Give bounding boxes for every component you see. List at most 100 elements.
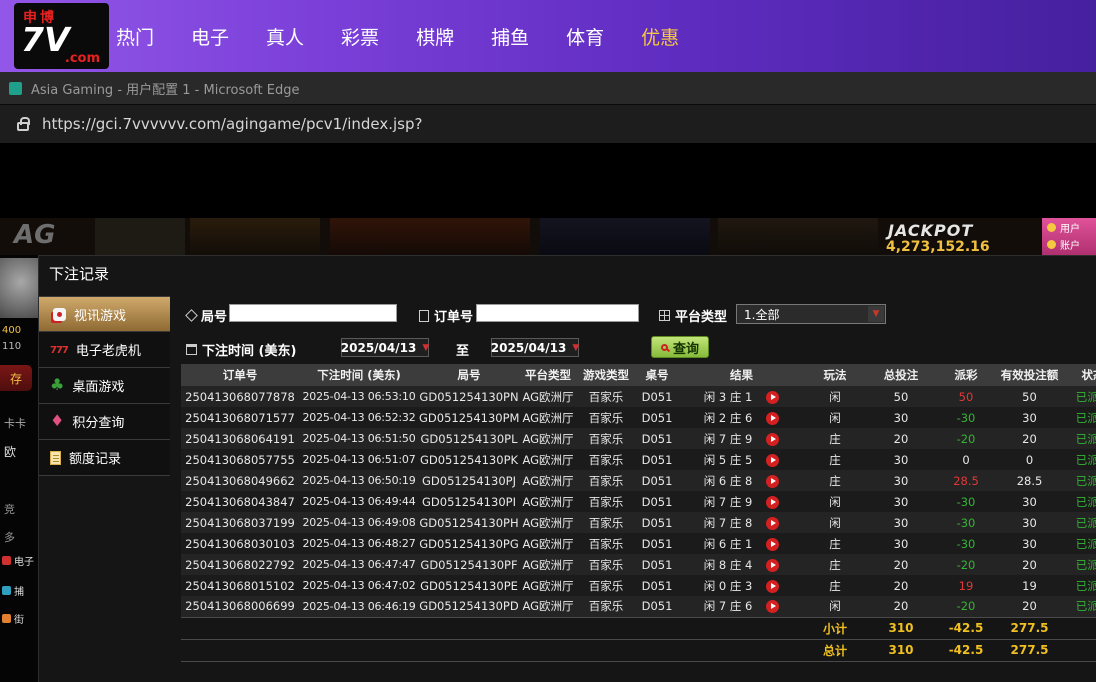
nav-slots[interactable]: 电子: [191, 23, 229, 50]
bet-time-cell: 2025-04-13 06:51:50: [302, 432, 416, 445]
bet-time-cell: 2025-04-13 06:48:27: [302, 537, 416, 550]
play-video-icon[interactable]: [766, 600, 780, 614]
grid-icon: [659, 310, 670, 321]
search-button[interactable]: 查询: [651, 336, 709, 358]
play-video-icon[interactable]: [766, 432, 780, 446]
bet-time-cell: 2025-04-13 06:51:07: [302, 453, 416, 466]
menu-item-table-games[interactable]: 桌面游戏: [39, 368, 170, 404]
browser-urlbar[interactable]: https://gci.7vvvvvv.com/agingame/pcv1/in…: [0, 104, 1096, 143]
table-row: 250413068030103 2025-04-13 06:48:27 GD0512…: [181, 533, 1096, 554]
footer-valid-cell: 277.5: [996, 616, 1063, 639]
play-video-icon[interactable]: [766, 390, 780, 404]
to-label: 至: [456, 344, 470, 359]
sidebar-item-fishing[interactable]: 捕: [2, 583, 24, 598]
play-video-icon[interactable]: [766, 558, 780, 572]
play-video-icon[interactable]: [766, 579, 780, 593]
order-number-input[interactable]: [476, 304, 639, 322]
status-cell: 已派彩: [1075, 452, 1096, 467]
account-row[interactable]: 账户: [1042, 236, 1096, 253]
bet-time-cell: 2025-04-13 06:49:44: [302, 495, 416, 508]
round-number-input[interactable]: [229, 304, 397, 322]
play-type-cell: 庄: [829, 473, 841, 488]
sidebar-item-arcade[interactable]: 街: [2, 611, 24, 626]
nav-lottery[interactable]: 彩票: [341, 23, 379, 50]
column-header: 桌号: [635, 364, 679, 386]
column-header: 局号: [419, 364, 519, 386]
footer-payout-cell: -42.5: [936, 616, 996, 639]
bet-time-cell: 2025-04-13 06:47:47: [302, 558, 416, 571]
deposit-button[interactable]: 存: [0, 365, 32, 391]
total-bet-cell: 30: [893, 536, 909, 551]
gem-icon: [50, 413, 64, 430]
play-type-cell: 闲: [829, 389, 841, 404]
menu-item-points-query[interactable]: 积分查询: [39, 404, 170, 440]
footer-bet-cell: 310: [866, 638, 936, 662]
column-header: 结果: [679, 364, 804, 386]
lock-icon: [17, 117, 30, 131]
play-video-icon[interactable]: [766, 537, 780, 551]
user-row[interactable]: 用户: [1042, 219, 1096, 236]
payout-cell: -20: [956, 557, 976, 572]
valid-bet-cell: 28.5: [1016, 473, 1043, 488]
total-bet-cell: 50: [893, 389, 909, 404]
platform-cell: AG欧洲厅: [522, 473, 574, 488]
site-logo[interactable]: 申博 7V .com: [14, 3, 109, 69]
play-type-cell: 庄: [829, 452, 841, 467]
table-number-cell: D051: [641, 389, 673, 404]
menu-item-label: 视讯游戏: [74, 308, 127, 324]
date-from-picker[interactable]: 2025/04/13 ▼: [341, 338, 429, 357]
menu-item-slot-machines[interactable]: 电子老虎机: [39, 332, 170, 368]
nav-live[interactable]: 真人: [266, 23, 304, 50]
bet-time-cell: 2025-04-13 06:46:19: [302, 599, 416, 613]
round-number-cell: GD051254130PG: [419, 536, 519, 551]
date-to-picker[interactable]: 2025/04/13 ▼: [491, 338, 579, 357]
platform-select[interactable]: 1.全部 ▼: [736, 304, 886, 324]
footer-spacer: [181, 638, 804, 662]
table-number-cell: D051: [641, 410, 673, 425]
result-cell: 闲 7 庄 9: [679, 428, 804, 449]
result-cell: 闲 0 庄 3: [679, 575, 804, 596]
valid-bet-cell: 20: [1022, 557, 1037, 572]
menu-item-video-games[interactable]: 视讯游戏: [39, 296, 170, 332]
result-cell: 闲 2 庄 6: [679, 407, 804, 428]
top-nav-bar: 申博 7V .com 热门 电子 真人 彩票 棋牌 捕鱼 体育 优惠: [0, 0, 1096, 72]
payout-cell: -20: [956, 599, 976, 614]
sidebar-item-label: 街: [14, 615, 24, 626]
caret-down-icon: ▼: [572, 342, 580, 353]
platform-cell: AG欧洲厅: [522, 599, 574, 614]
play-video-icon[interactable]: [766, 516, 780, 530]
total-bet-cell: 20: [893, 557, 909, 572]
tag-icon: [185, 309, 198, 322]
payout-cell: -30: [956, 494, 976, 509]
play-video-icon[interactable]: [766, 495, 780, 509]
nav-hot[interactable]: 热门: [116, 23, 154, 50]
table-number-cell: D051: [641, 452, 673, 467]
play-type-cell: 闲: [829, 494, 841, 509]
records-tfoot: 小计 310 -42.5 277.5 总计 310 -42.5 277.5: [181, 616, 1096, 662]
screen: 申博 7V .com 热门 电子 真人 彩票 棋牌 捕鱼 体育 优惠 Asia Gaming …: [0, 0, 1096, 682]
game-type-cell: 百家乐: [588, 536, 624, 551]
footer-label-cell: 总计: [804, 638, 866, 662]
nav-promotions[interactable]: 优惠: [641, 23, 679, 50]
play-video-icon[interactable]: [766, 474, 780, 488]
subtotal-row: 小计 310 -42.5 277.5: [181, 616, 1096, 639]
footer-valid-cell: 277.5: [996, 638, 1063, 662]
status-cell: 已派彩: [1075, 557, 1096, 572]
play-video-icon[interactable]: [766, 453, 780, 467]
dealer-status-box: 停止下注 开牌中: [95, 218, 224, 255]
table-row: 250413068006699 2025-04-13 06:46:19 GD0512…: [181, 596, 1096, 617]
nav-board-games[interactable]: 棋牌: [416, 23, 454, 50]
nav-fishing[interactable]: 捕鱼: [491, 23, 529, 50]
valid-bet-cell: 30: [1022, 410, 1037, 425]
result-cell: 闲 7 庄 6: [679, 596, 804, 617]
column-header: 有效投注额: [996, 364, 1063, 386]
round-number-cell: GD051254130PJ: [422, 473, 516, 488]
valid-bet-cell: 30: [1022, 536, 1037, 551]
menu-item-quota-records[interactable]: 额度记录: [39, 440, 170, 476]
play-video-icon[interactable]: [766, 411, 780, 425]
total-bet-cell: 30: [893, 410, 909, 425]
sidebar-item-slots[interactable]: 电子: [2, 553, 34, 568]
nav-sports[interactable]: 体育: [566, 23, 604, 50]
valid-bet-cell: 20: [1022, 599, 1037, 614]
order-number-label: 订单号: [419, 306, 473, 325]
